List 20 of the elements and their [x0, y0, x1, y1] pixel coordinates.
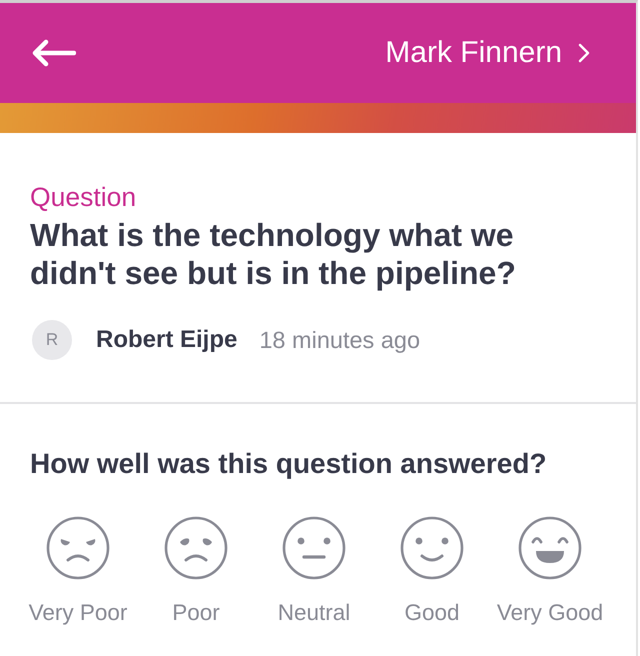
grinning-face-icon: [518, 516, 582, 580]
rating-option[interactable]: Good: [400, 516, 464, 626]
author-name: Robert Eijpe: [96, 326, 238, 354]
question-text: What is the technology what we didn't see but is in the pipeline?: [30, 216, 517, 292]
rating-option[interactable]: Poor: [164, 516, 228, 626]
back-arrow-icon: [32, 39, 76, 67]
rating-prompt: How well was this question answered?: [30, 449, 547, 479]
smiling-face-icon: [400, 516, 464, 580]
angry-face-icon: [46, 516, 110, 580]
sad-face-icon: [164, 516, 228, 580]
question-label: Question: [30, 183, 136, 211]
rating-option[interactable]: Very Good: [496, 516, 604, 626]
chevron-right-icon: [578, 43, 590, 63]
rating-option[interactable]: Neutral: [278, 516, 350, 626]
neutral-face-icon: [282, 516, 346, 580]
back-button[interactable]: [32, 39, 76, 67]
rating-option[interactable]: Very Poor: [28, 516, 128, 626]
profile-link[interactable]: Mark Finnern: [385, 36, 590, 70]
avatar-initial: R: [32, 320, 72, 360]
timestamp: 18 minutes ago: [259, 326, 420, 354]
